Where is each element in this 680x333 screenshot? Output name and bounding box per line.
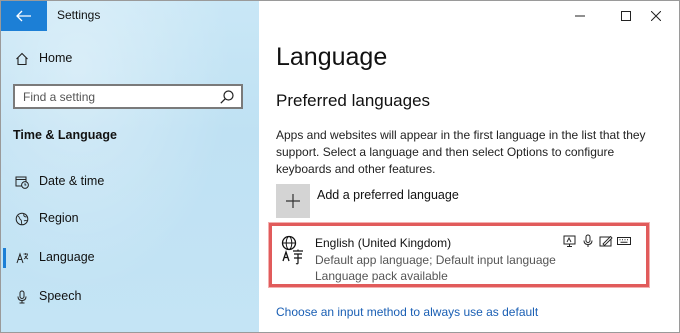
language-name: English (United Kingdom)	[315, 236, 452, 250]
title-bar: Settings	[1, 1, 259, 31]
nav-home-label: Home	[39, 51, 73, 65]
sidebar-item-language[interactable]: Language	[1, 242, 259, 274]
page-title: Language	[276, 43, 388, 71]
minimize-icon	[575, 15, 585, 17]
add-language-label: Add a preferred language	[317, 188, 459, 202]
back-arrow-icon	[16, 10, 31, 22]
language-list-item[interactable]: English (United Kingdom) Default app lan…	[269, 223, 649, 287]
input-method-link[interactable]: Choose an input method to always use as …	[276, 305, 538, 319]
sidebar-section-heading: Time & Language	[13, 128, 117, 142]
language-pack-status: Language pack available	[315, 269, 448, 283]
add-icon-box	[276, 184, 310, 218]
sidebar: Settings Home Time & Language Date & t	[1, 1, 259, 332]
sidebar-item-label: Language	[39, 250, 95, 264]
back-button[interactable]	[1, 1, 47, 31]
sidebar-item-date-time[interactable]: Date & time	[1, 166, 259, 198]
selection-indicator	[3, 248, 6, 268]
maximize-icon	[621, 11, 631, 21]
app-title: Settings	[57, 8, 101, 22]
calendar-clock-icon	[15, 176, 29, 189]
language-detail: Default app language; Default input lang…	[315, 253, 556, 267]
search-box[interactable]	[13, 84, 243, 109]
search-icon[interactable]	[219, 89, 235, 105]
sidebar-item-label: Region	[39, 211, 79, 225]
globe-region-icon	[15, 212, 29, 226]
section-title: Preferred languages	[276, 91, 431, 110]
display-language-icon	[563, 235, 576, 247]
add-language-button[interactable]: Add a preferred language	[276, 184, 496, 218]
keyboard-icon	[617, 237, 631, 245]
home-icon	[16, 52, 28, 66]
settings-window: Settings Home Time & Language Date & t	[0, 0, 680, 333]
handwriting-icon	[599, 235, 613, 247]
close-icon	[651, 11, 661, 21]
microphone-icon	[17, 290, 27, 304]
minimize-button[interactable]	[557, 1, 603, 31]
sidebar-item-label: Date & time	[39, 174, 105, 188]
close-button[interactable]	[633, 1, 679, 31]
plus-icon	[286, 194, 300, 208]
search-input[interactable]	[15, 86, 213, 107]
sidebar-item-speech[interactable]: Speech	[1, 281, 259, 313]
main-content: Language Preferred languages Apps and we…	[259, 1, 679, 332]
description-text: Apps and websites will appear in the fir…	[276, 128, 646, 176]
sidebar-item-region[interactable]: Region	[1, 203, 259, 235]
language-icon	[16, 252, 29, 264]
speech-icon	[583, 234, 593, 247]
language-glyph-icon	[281, 235, 303, 265]
nav-home[interactable]: Home	[1, 43, 259, 75]
sidebar-item-label: Speech	[39, 289, 82, 303]
